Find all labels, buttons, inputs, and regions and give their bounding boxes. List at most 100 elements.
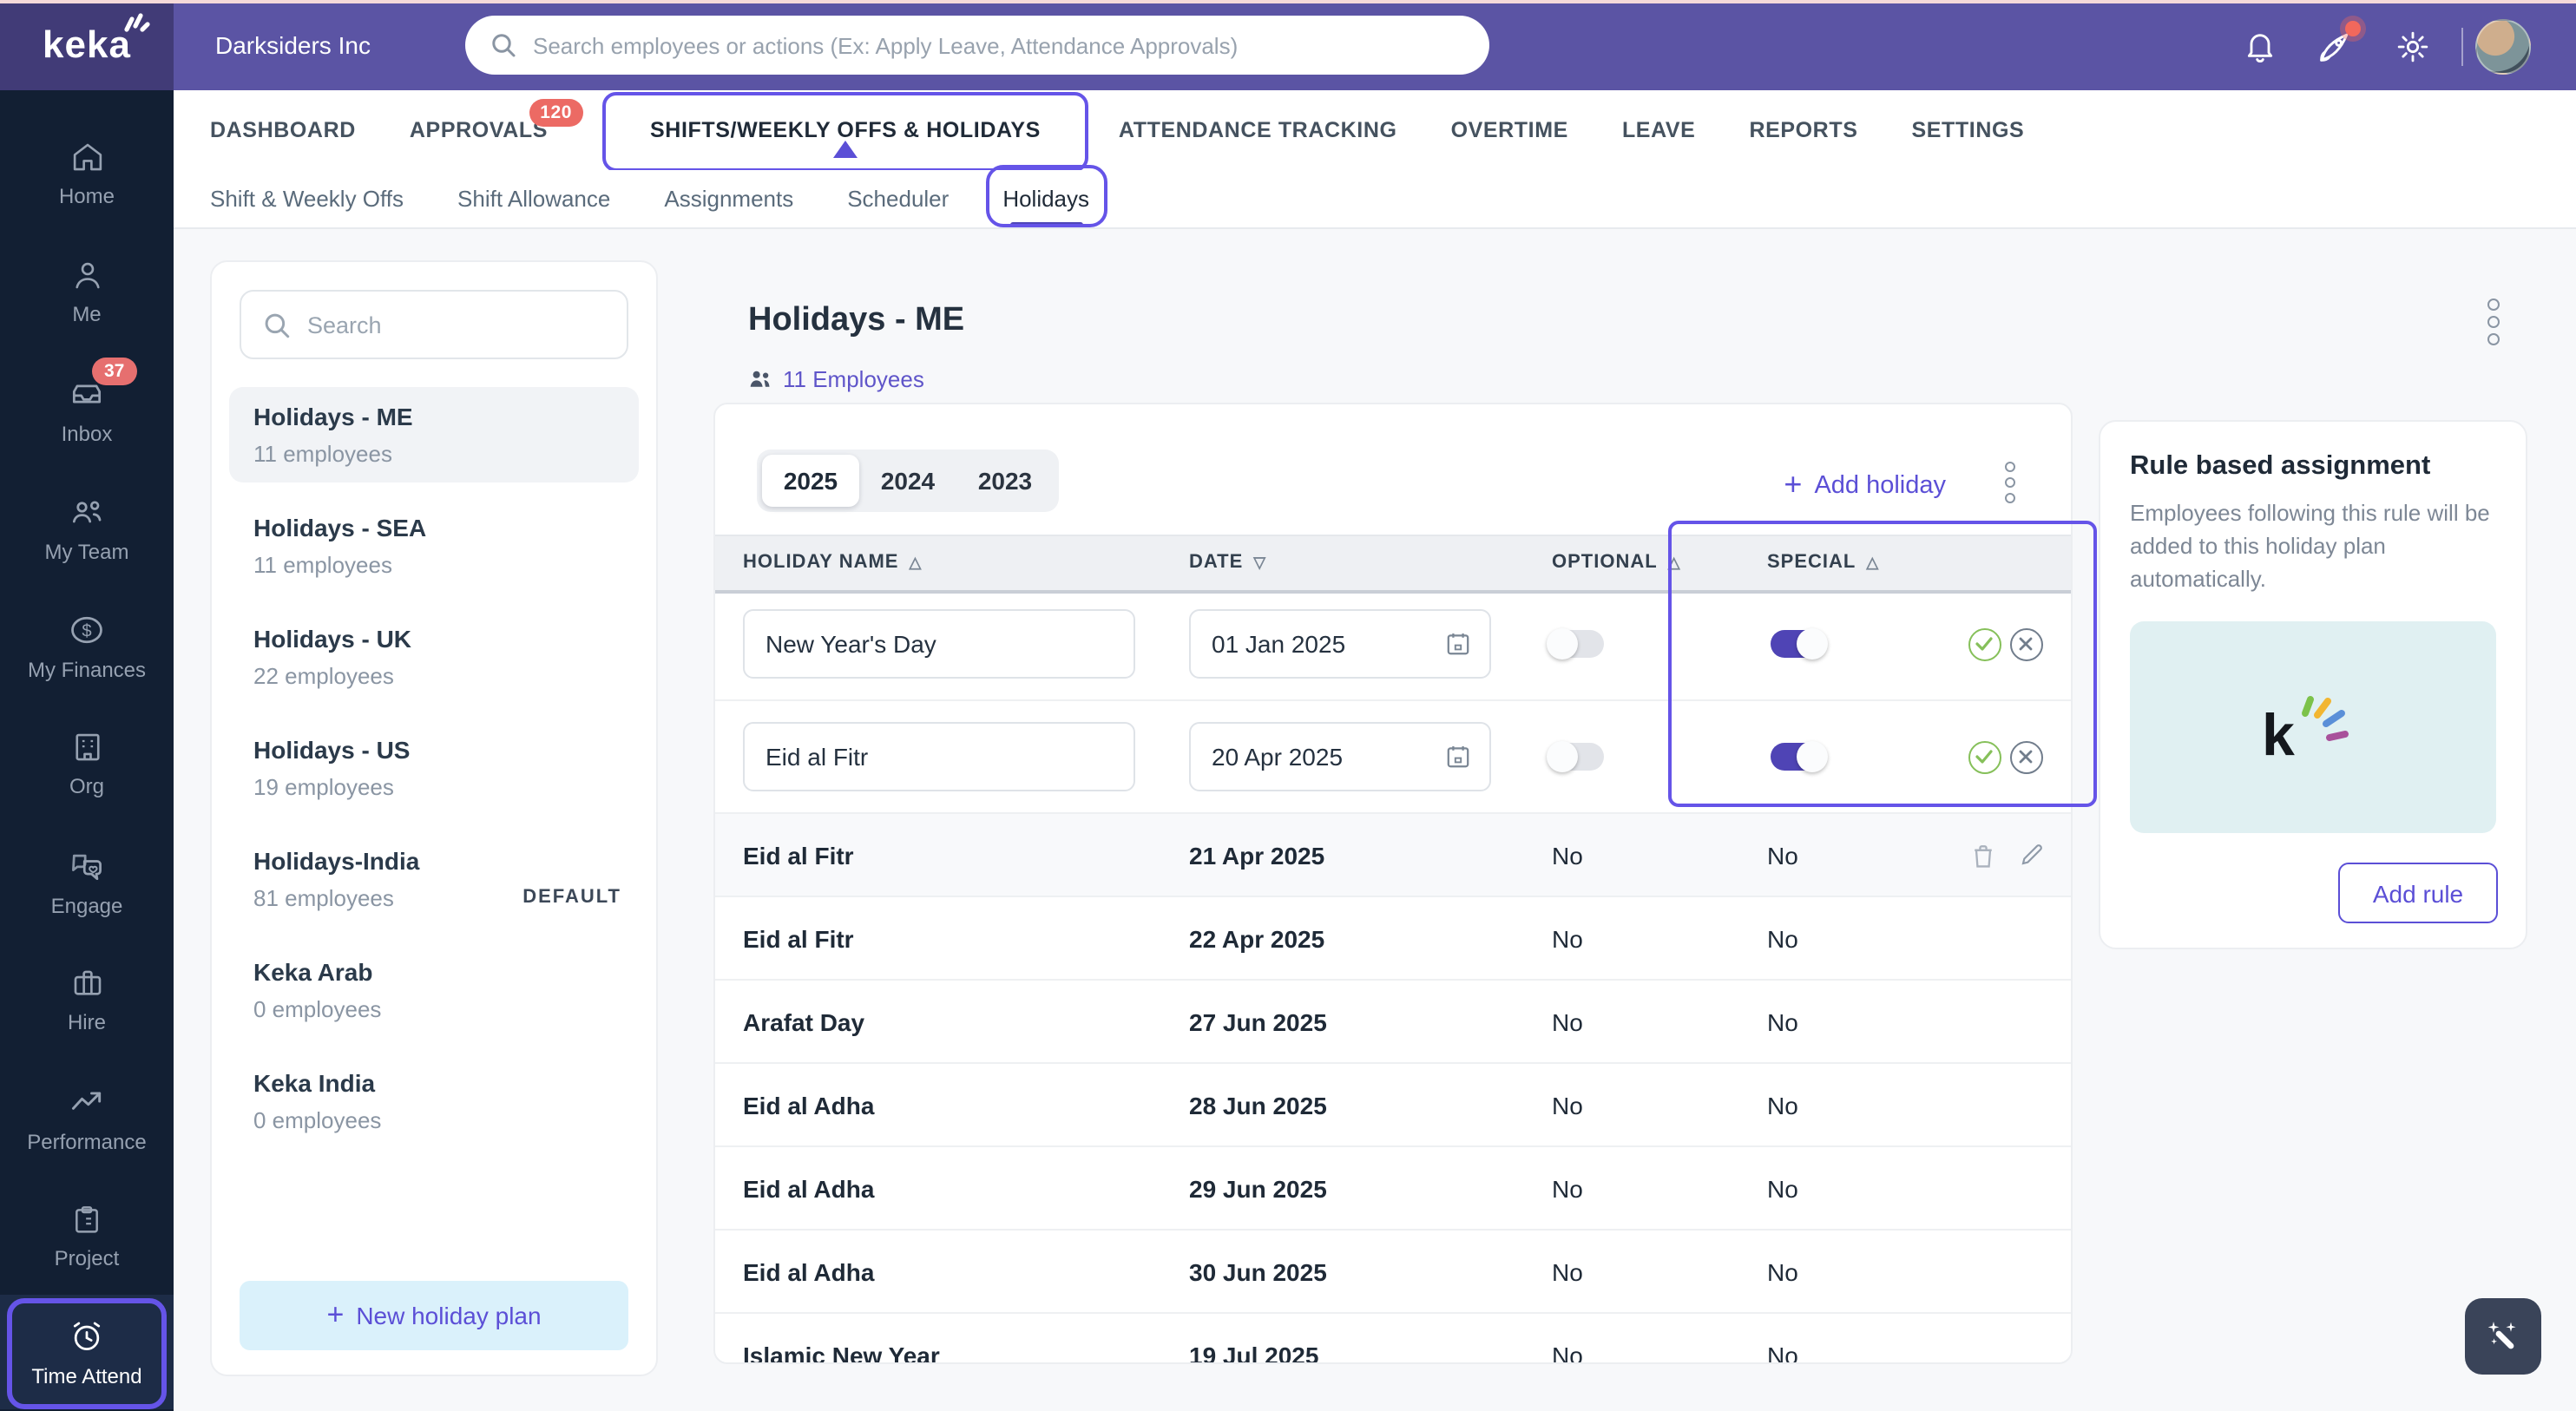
- table-row[interactable]: Arafat Day 27 Jun 2025 No No: [715, 981, 2071, 1064]
- ai-assistant-wand-button[interactable]: [2465, 1298, 2541, 1375]
- optional-toggle-off[interactable]: [1547, 628, 1604, 660]
- calendar-icon: [1447, 746, 1469, 768]
- add-rule-button[interactable]: Add rule: [2338, 863, 2498, 923]
- holiday-plans-panel: Search Holidays - ME 11 employees Holida…: [210, 260, 658, 1376]
- sidebar-item-time-attend[interactable]: Time Attend: [0, 1295, 174, 1409]
- sidebar-item-my-finances[interactable]: $ My Finances: [0, 587, 174, 705]
- sidebar-item-org[interactable]: Org: [0, 705, 174, 823]
- sidebar-item-performance[interactable]: Performance: [0, 1059, 174, 1177]
- edit-pencil-icon[interactable]: [2014, 837, 2048, 872]
- topbar-divider: [2461, 28, 2463, 66]
- svg-text:k: k: [2261, 701, 2294, 765]
- plan-item-holidays-sea[interactable]: Holidays - SEA 11 employees: [229, 498, 639, 594]
- year-toggle-group: 2025 2024 2023: [757, 450, 1059, 512]
- hire-icon: [73, 970, 101, 995]
- special-toggle-on[interactable]: [1771, 741, 1828, 772]
- magic-wand-icon: [2487, 1322, 2516, 1349]
- settings-gear-icon[interactable]: [2392, 26, 2434, 68]
- rule-panel-title: Rule based assignment: [2130, 451, 2431, 481]
- window-top-strip: [0, 0, 2576, 3]
- plan-item-holidays-uk[interactable]: Holidays - UK 22 employees: [229, 609, 639, 705]
- sidebar-item-engage[interactable]: Engage: [0, 823, 174, 941]
- plus-icon: +: [326, 1298, 345, 1331]
- column-header-optional[interactable]: OPTIONAL △: [1552, 536, 1681, 590]
- special-toggle-on[interactable]: [1771, 628, 1828, 660]
- rule-panel-description: Employees following this rule will be ad…: [2130, 500, 2490, 592]
- sidebar-item-inbox[interactable]: 37 Inbox: [0, 351, 174, 469]
- search-icon: [492, 34, 516, 57]
- keka-logo[interactable]: keka: [0, 0, 174, 90]
- plans-search-input[interactable]: Search: [240, 290, 628, 359]
- cancel-x-icon[interactable]: [2008, 739, 2043, 774]
- plan-item-holidays-india[interactable]: Holidays-India 81 employees DEFAULT: [229, 831, 639, 927]
- table-row[interactable]: Eid al Adha 29 Jun 2025 No No: [715, 1147, 2071, 1231]
- sort-asc-icon: △: [909, 554, 923, 571]
- confirm-check-icon[interactable]: [1967, 627, 2001, 661]
- holiday-name-input[interactable]: [743, 609, 1135, 679]
- year-tab-2025[interactable]: 2025: [762, 455, 859, 507]
- tab-attendance-tracking[interactable]: ATTENDANCE TRACKING: [1119, 118, 1397, 142]
- time-attend-icon: [73, 1321, 101, 1350]
- sidebar-item-me[interactable]: Me: [0, 233, 174, 351]
- holiday-date-input[interactable]: 01 Jan 2025: [1189, 609, 1491, 679]
- subtab-holidays[interactable]: Holidays: [985, 165, 1107, 227]
- sidebar-item-my-team[interactable]: My Team: [0, 469, 174, 587]
- org-icon: [75, 733, 99, 761]
- employees-count-link[interactable]: 11 Employees: [748, 366, 924, 392]
- tab-dashboard[interactable]: DASHBOARD: [210, 118, 356, 142]
- tab-leave[interactable]: LEAVE: [1622, 118, 1696, 142]
- column-header-special[interactable]: SPECIAL △: [1767, 536, 1879, 590]
- table-row[interactable]: Eid al Fitr 21 Apr 2025 No No: [715, 814, 2071, 897]
- holiday-date-input[interactable]: 20 Apr 2025: [1189, 722, 1491, 791]
- column-header-holiday-name[interactable]: HOLIDAY NAME △: [743, 536, 922, 590]
- notifications-bell-icon[interactable]: [2239, 26, 2281, 68]
- subtab-shift-weekly-offs[interactable]: Shift & Weekly Offs: [210, 170, 404, 227]
- plan-item-keka-india[interactable]: Keka India 0 employees: [229, 1053, 639, 1149]
- plan-item-holidays-us[interactable]: Holidays - US 19 employees: [229, 720, 639, 816]
- user-avatar[interactable]: [2475, 19, 2531, 75]
- year-tab-2023[interactable]: 2023: [956, 455, 1054, 507]
- table-row[interactable]: Eid al Adha 30 Jun 2025 No No: [715, 1231, 2071, 1314]
- column-header-date[interactable]: DATE ▽: [1189, 536, 1266, 590]
- global-search-input[interactable]: Search employees or actions (Ex: Apply L…: [465, 16, 1489, 75]
- table-row[interactable]: Islamic New Year 19 Jul 2025 No No: [715, 1314, 2071, 1362]
- sidebar-item-home[interactable]: Home: [0, 115, 174, 233]
- sort-asc-icon: △: [1866, 554, 1880, 571]
- plan-item-holidays-me[interactable]: Holidays - ME 11 employees: [229, 387, 639, 482]
- new-holiday-plan-button[interactable]: + New holiday plan: [240, 1281, 628, 1350]
- subtab-scheduler[interactable]: Scheduler: [847, 170, 949, 227]
- subtab-assignments[interactable]: Assignments: [664, 170, 793, 227]
- confirm-check-icon[interactable]: [1967, 739, 2001, 774]
- table-row-edit-new-years-day: 01 Jan 2025: [715, 588, 2071, 701]
- optional-toggle-off[interactable]: [1547, 741, 1604, 772]
- table-row[interactable]: Eid al Fitr 22 Apr 2025 No No: [715, 897, 2071, 981]
- cancel-x-icon[interactable]: [2008, 627, 2043, 661]
- tab-reports[interactable]: REPORTS: [1749, 118, 1857, 142]
- add-holiday-button[interactable]: + Add holiday: [1784, 467, 1946, 503]
- tab-settings[interactable]: SETTINGS: [1912, 118, 2025, 142]
- employees-icon: [750, 371, 770, 387]
- tab-overtime[interactable]: OVERTIME: [1451, 118, 1568, 142]
- module-nav: DASHBOARD APPROVALS 120 SHIFTS/WEEKLY OF…: [174, 90, 2576, 172]
- subtab-shift-allowance[interactable]: Shift Allowance: [457, 170, 610, 227]
- sidebar-item-hire[interactable]: Hire: [0, 941, 174, 1059]
- table-options-kebab-menu[interactable]: [2005, 462, 2015, 503]
- approvals-count-badge: 120: [529, 99, 583, 127]
- whats-new-rocket-icon[interactable]: [2314, 21, 2361, 68]
- plan-item-keka-arab[interactable]: Keka Arab 0 employees: [229, 942, 639, 1038]
- holiday-name-input[interactable]: [743, 722, 1135, 791]
- table-row-edit-eid-al-fitr: 20 Apr 2025: [715, 701, 2071, 814]
- delete-trash-icon[interactable]: [1965, 837, 2000, 872]
- calendar-icon: [1447, 633, 1469, 655]
- year-tab-2024[interactable]: 2024: [859, 455, 956, 507]
- team-icon: [72, 500, 102, 522]
- engage-icon: [72, 853, 102, 880]
- logo-spark-icon: [125, 13, 151, 32]
- inbox-count-badge: 37: [92, 357, 137, 384]
- table-row[interactable]: Eid al Adha 28 Jun 2025 No No: [715, 1064, 2071, 1147]
- tab-shifts-weekly-offs-holidays[interactable]: SHIFTS/WEEKLY OFFS & HOLIDAYS: [601, 92, 1089, 172]
- plan-options-kebab-menu[interactable]: [2487, 299, 2500, 345]
- finances-icon: $: [71, 615, 102, 643]
- tab-approvals[interactable]: APPROVALS 120: [410, 99, 583, 142]
- sidebar-item-project[interactable]: Project: [0, 1177, 174, 1295]
